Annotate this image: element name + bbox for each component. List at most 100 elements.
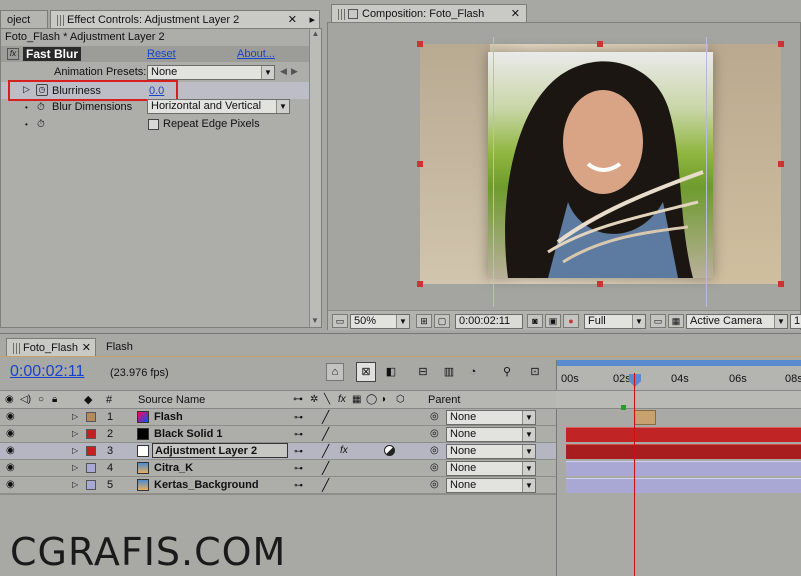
timeline-timecode[interactable]: 0:00:02:11	[10, 363, 84, 381]
fx-icon[interactable]: fx	[7, 48, 19, 60]
parent-dropdown[interactable]: None ▼	[446, 478, 536, 493]
repeat-edge-checkbox[interactable]	[148, 119, 159, 130]
effect-name[interactable]: Fast Blur	[23, 47, 82, 61]
prev-preset-icon[interactable]: ◀	[280, 66, 287, 77]
layer-name[interactable]: Kertas_Background	[154, 477, 259, 493]
quality-switch-icon[interactable]: ╱	[322, 426, 329, 442]
parent-dropdown[interactable]: None ▼	[446, 410, 536, 425]
expand-triangle-icon[interactable]: ▷	[72, 443, 78, 459]
tab-effect-controls[interactable]: Effect Controls: Adjustment Layer 2 ✕ ▸	[50, 10, 320, 28]
shy-switch-icon[interactable]: ⊶	[294, 443, 303, 459]
preview-icon[interactable]: ▭	[332, 314, 348, 328]
pickwhip-icon[interactable]: ◎	[430, 477, 439, 493]
resolution-dropdown[interactable]: Full ▼	[584, 314, 646, 329]
drag-grip-icon[interactable]	[13, 342, 20, 354]
layer-bar-black-solid[interactable]	[566, 427, 801, 442]
tab-timeline-flash[interactable]: Flash	[100, 338, 160, 356]
3d-layer-icon[interactable]: ⬡	[396, 391, 405, 409]
frame-blending-icon[interactable]: ⊟	[414, 363, 432, 381]
pickwhip-icon[interactable]: ◎	[430, 409, 439, 425]
eye-icon[interactable]: ◉	[6, 409, 15, 425]
quality-switch-icon[interactable]: ╱	[322, 409, 329, 425]
shy-switch-icon[interactable]: ⊶	[294, 426, 303, 442]
label-color-swatch[interactable]	[86, 429, 96, 439]
zoom-dropdown[interactable]: 50% ▼	[350, 314, 410, 329]
panel-menu-icon[interactable]: ▸	[309, 11, 315, 28]
grid-icon[interactable]: ⊞	[416, 314, 432, 328]
stopwatch-icon[interactable]: ⏱	[37, 119, 45, 130]
label-color-swatch[interactable]	[86, 480, 96, 490]
transform-handle[interactable]	[417, 161, 423, 167]
graph-editor-icon[interactable]: ◔	[464, 363, 482, 381]
transform-handle[interactable]	[417, 41, 423, 47]
label-color-swatch[interactable]	[86, 463, 96, 473]
quality-switch-icon[interactable]: ╱	[322, 477, 329, 493]
audio-icon[interactable]: ◁)	[20, 391, 31, 409]
transform-handle[interactable]	[597, 41, 603, 47]
layer-bar-citra[interactable]	[566, 461, 801, 476]
close-icon[interactable]: ✕	[82, 339, 91, 356]
playhead-line[interactable]	[634, 373, 635, 576]
about-link[interactable]: About...	[237, 48, 275, 60]
parent-dropdown[interactable]: None ▼	[446, 444, 536, 459]
camera-snapshot-icon[interactable]: ◙	[527, 314, 543, 328]
stopwatch-icon[interactable]: ⏱	[37, 102, 45, 113]
animation-presets-dropdown[interactable]: None ▼	[147, 65, 275, 80]
transform-handle[interactable]	[597, 281, 603, 287]
pickwhip-icon[interactable]: ◎	[430, 460, 439, 476]
transform-handle[interactable]	[778, 281, 784, 287]
drag-grip-icon[interactable]	[338, 8, 345, 20]
layer-name[interactable]: Black Solid 1	[154, 426, 222, 442]
eye-icon[interactable]: ◉	[6, 443, 15, 459]
tab-timeline-foto-flash[interactable]: Foto_Flash ✕	[6, 338, 96, 356]
transform-handle[interactable]	[778, 41, 784, 47]
composition-viewer[interactable]: ▭ 50% ▼ ⊞ ▢ 0:00:02:11 ◙ ▣ ● Full ▼ ▭ ▦ Ac…	[327, 22, 801, 330]
shy-switch-icon[interactable]: ⊶	[294, 460, 303, 476]
layer-bar-kertas[interactable]	[566, 478, 801, 493]
views-dropdown[interactable]: 1	[790, 314, 801, 329]
eye-icon[interactable]: ◉	[6, 460, 15, 476]
transparency-grid-icon[interactable]: ▦	[668, 314, 684, 328]
adjustment-switch-icon[interactable]	[384, 445, 395, 456]
viewer-timecode[interactable]: 0:00:02:11	[455, 314, 523, 329]
motion-blur-col-icon[interactable]: ◯	[366, 391, 377, 409]
close-icon[interactable]: ✕	[511, 5, 520, 22]
close-icon[interactable]: ✕	[288, 11, 297, 28]
parent-dropdown[interactable]: None ▼	[446, 461, 536, 476]
layer-name[interactable]: Adjustment Layer 2	[152, 443, 288, 458]
eye-icon[interactable]: ◉	[5, 391, 14, 409]
label-color-swatch[interactable]	[86, 412, 96, 422]
motion-blur-icon[interactable]: ▥	[440, 363, 458, 381]
brainstorm-icon[interactable]: ⚲	[498, 363, 516, 381]
adjustment-col-icon[interactable]: ◑	[380, 391, 386, 409]
work-area-bar[interactable]	[557, 360, 801, 366]
scroll-down-icon[interactable]: ▼	[310, 316, 320, 325]
pickwhip-icon[interactable]: ◎	[430, 443, 439, 459]
layer-bar-adjustment[interactable]	[566, 444, 801, 459]
transform-handle[interactable]	[417, 281, 423, 287]
reset-link[interactable]: Reset	[147, 48, 176, 60]
label-tag-icon[interactable]: ◆	[84, 391, 92, 409]
effects-switch[interactable]: fx	[340, 443, 348, 459]
drag-grip-icon[interactable]	[57, 14, 64, 26]
shy-switch-icon[interactable]: ⊶	[294, 477, 303, 493]
time-ruler[interactable]: 00s 02s 04s 06s 08s	[556, 360, 801, 390]
comp-flowchart-icon[interactable]: ⌂	[326, 363, 344, 381]
playhead-icon[interactable]	[629, 374, 641, 387]
quality-switch-icon[interactable]: ╱	[322, 443, 329, 459]
blur-dimensions-dropdown[interactable]: Horizontal and Vertical ▼	[147, 99, 290, 114]
composition-canvas[interactable]	[420, 44, 781, 284]
lock-icon[interactable]: 🔒︎	[52, 391, 57, 409]
transform-handle[interactable]	[778, 161, 784, 167]
next-preset-icon[interactable]: ▶	[291, 66, 298, 77]
col-source-name[interactable]: Source Name	[138, 391, 205, 409]
region-icon[interactable]: ▭	[650, 314, 666, 328]
parent-dropdown[interactable]: None ▼	[446, 427, 536, 442]
expand-triangle-icon[interactable]: ▷	[72, 426, 78, 442]
timeline-track-area[interactable]	[556, 405, 801, 576]
pickwhip-icon[interactable]: ◎	[430, 426, 439, 442]
tab-composition[interactable]: Composition: Foto_Flash ✕	[331, 4, 527, 22]
layer-bar-flash[interactable]	[634, 410, 656, 425]
hide-shy-icon[interactable]: ◧	[382, 363, 400, 381]
camera-dropdown[interactable]: Active Camera ▼	[686, 314, 788, 329]
